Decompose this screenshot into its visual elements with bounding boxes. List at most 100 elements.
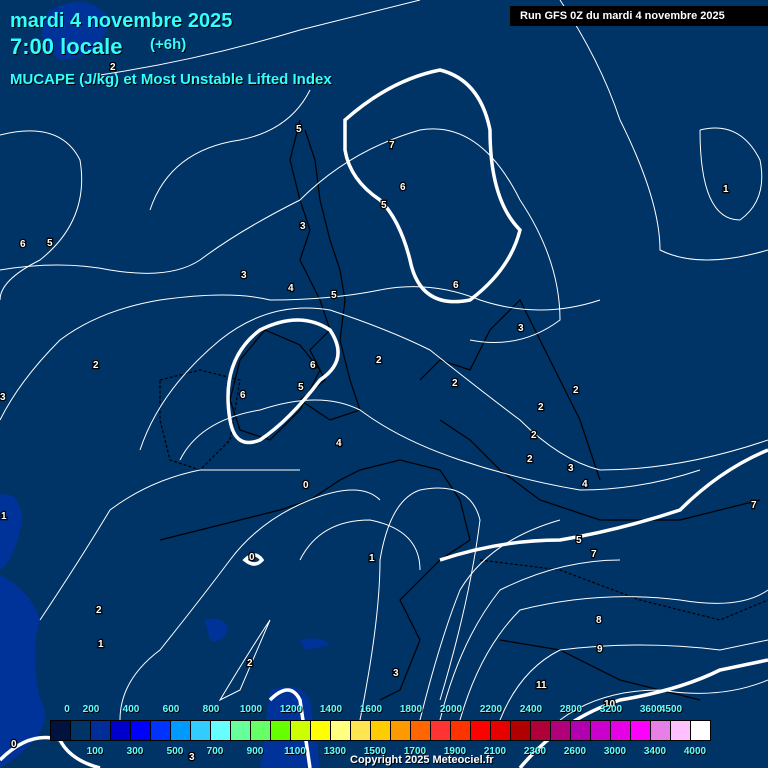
- thick-contours: [0, 68, 768, 768]
- legend-top-label: 1600: [359, 704, 383, 715]
- legend-top-label: 0: [64, 704, 70, 715]
- legend-bottom-label: 500: [166, 746, 184, 757]
- legend-top-label: 1200: [279, 704, 303, 715]
- legend-bottom-label: 700: [206, 746, 224, 757]
- contour-label: 7: [751, 500, 757, 511]
- forecast-date: mardi 4 novembre 2025: [10, 10, 233, 32]
- contour-label: 1: [1, 511, 7, 522]
- legend-bottom-label: 1100: [284, 746, 306, 757]
- legend-swatch: [531, 721, 551, 740]
- contour-label: 2: [452, 378, 458, 389]
- contour-label: 3: [518, 323, 524, 334]
- legend-top-label: 1400: [319, 704, 343, 715]
- contour-label: 5: [298, 382, 304, 393]
- legend-bottom-label: 2300: [523, 746, 547, 757]
- contour-label: 5: [296, 124, 302, 135]
- contour-label: 2: [527, 454, 533, 465]
- legend-swatch: [671, 721, 691, 740]
- contour-label: 3: [241, 270, 247, 281]
- legend-swatch: [491, 721, 511, 740]
- contour-label: 8: [596, 615, 602, 626]
- contour-label: 6: [310, 360, 316, 371]
- coastlines: [159, 119, 768, 701]
- contour-label: 3: [189, 752, 195, 763]
- legend-swatch: [351, 721, 371, 740]
- legend-top-label: 600: [162, 704, 180, 715]
- contour-label: 4: [582, 479, 588, 490]
- contour-label: 11: [536, 680, 547, 691]
- legend-swatch: [291, 721, 311, 740]
- legend-swatch: [371, 721, 391, 740]
- run-info: Run GFS 0Z du mardi 4 novembre 2025: [510, 6, 768, 26]
- legend-top-label: 1000: [239, 704, 263, 715]
- contour-label: 3: [568, 463, 574, 474]
- contour-label: 3: [0, 392, 6, 403]
- contour-label: 2: [573, 385, 579, 396]
- legend-swatch: [151, 721, 171, 740]
- legend-bottom-label: 3400: [643, 746, 667, 757]
- legend-top-label: 200: [82, 704, 100, 715]
- legend-top-label: 4500: [659, 704, 683, 715]
- parameter-title: MUCAPE (J/kg) et Most Unstable Lifted In…: [10, 71, 332, 88]
- legend-swatch: [91, 721, 111, 740]
- contour-label: 4: [336, 438, 342, 449]
- copyright: Copyright 2025 Meteociel.fr: [350, 754, 494, 766]
- legend-swatch: [451, 721, 471, 740]
- contour-label: 7: [591, 549, 597, 560]
- forecast-step: (+6h): [150, 36, 187, 53]
- legend-swatch: [411, 721, 431, 740]
- legend-swatch: [51, 721, 71, 740]
- legend-top-label: 400: [122, 704, 140, 715]
- contour-label: 0: [11, 739, 17, 750]
- contour-label: 6: [240, 390, 246, 401]
- legend-top-label: 2000: [439, 704, 463, 715]
- legend-swatch: [271, 721, 291, 740]
- legend-top-label: 2400: [519, 704, 543, 715]
- legend-swatch: [571, 721, 591, 740]
- legend-swatch: [311, 721, 331, 740]
- contour-label: 2: [376, 355, 382, 366]
- legend-top-label: 2200: [479, 704, 503, 715]
- legend-swatch: [211, 721, 231, 740]
- legend-swatch: [471, 721, 491, 740]
- contour-label: 6: [400, 182, 406, 193]
- thin-contours: [0, 0, 768, 721]
- weather-map-view: 2 5 6 7 6 5 1 6 5 3 3 4 5 6 3 2 6 5 6 2 …: [0, 0, 768, 768]
- legend-top-label: 3200: [599, 704, 623, 715]
- contour-label: 5: [331, 290, 337, 301]
- legend-swatch: [551, 721, 571, 740]
- legend-swatch: [331, 721, 351, 740]
- contour-label: 2: [96, 605, 102, 616]
- legend-swatch: [631, 721, 651, 740]
- legend-swatch: [171, 721, 191, 740]
- contour-label: 0: [249, 552, 255, 563]
- mucape-map: 2 5 6 7 6 5 1 6 5 3 3 4 5 6 3 2 6 5 6 2 …: [0, 0, 768, 768]
- legend-swatch: [651, 721, 671, 740]
- contour-label: 1: [369, 553, 375, 564]
- legend-bottom-label: 100: [86, 746, 104, 757]
- contour-label: 2: [538, 402, 544, 413]
- contour-label: 2: [247, 658, 253, 669]
- legend-bottom-label: 1300: [323, 746, 347, 757]
- low-cape-areas: [0, 2, 330, 768]
- legend-bottom-label: 2600: [563, 746, 587, 757]
- contour-label: 1: [723, 184, 729, 195]
- legend-bottom-label: 900: [246, 746, 264, 757]
- legend-bottom-label: 3000: [603, 746, 627, 757]
- legend-swatch: [611, 721, 631, 740]
- legend-swatch: [431, 721, 451, 740]
- contour-label: 5: [576, 535, 582, 546]
- legend-bottom-label: 300: [126, 746, 144, 757]
- legend-swatch: [691, 721, 710, 740]
- contour-label: 4: [288, 283, 294, 294]
- contour-label: 6: [453, 280, 459, 291]
- contour-label: 9: [597, 644, 603, 655]
- legend-swatch: [111, 721, 131, 740]
- legend-swatch: [591, 721, 611, 740]
- contour-label: 5: [381, 200, 387, 211]
- legend-swatch: [191, 721, 211, 740]
- legend-top-label: 3600: [639, 704, 663, 715]
- legend-swatch: [231, 721, 251, 740]
- legend-top-label: 800: [202, 704, 220, 715]
- legend-swatch: [131, 721, 151, 740]
